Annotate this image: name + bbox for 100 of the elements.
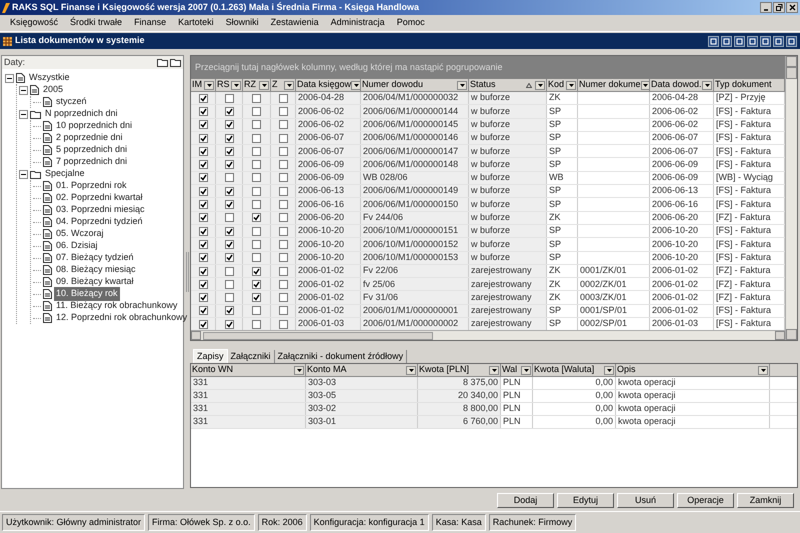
checkbox[interactable]: [252, 266, 261, 276]
checkbox[interactable]: [278, 120, 288, 130]
checkbox[interactable]: [224, 160, 234, 170]
column-header[interactable]: Numer dowodu: [361, 79, 469, 91]
tree-item[interactable]: 02. Poprzedni kwartał: [54, 191, 145, 205]
checkbox[interactable]: [252, 134, 261, 143]
tree-item[interactable]: 05. Wczoraj: [54, 227, 106, 241]
tree-item[interactable]: 09. Bieżący kwartał: [54, 275, 136, 289]
dropdown-button[interactable]: [640, 80, 649, 90]
checkbox[interactable]: [198, 293, 208, 302]
checkbox[interactable]: [198, 213, 208, 222]
column-header[interactable]: Opis: [616, 364, 770, 376]
tree-item[interactable]: 11. Bieżący rok obrachunkowy: [54, 299, 180, 313]
tree-item[interactable]: 7 poprzednich dni: [54, 155, 130, 169]
dropdown-button[interactable]: [702, 80, 712, 90]
column-header[interactable]: Konto MA: [306, 364, 418, 376]
column-header[interactable]: Wal: [501, 364, 533, 376]
menu-item[interactable]: Administracja: [330, 16, 385, 30]
column-header[interactable]: Z: [271, 79, 296, 91]
checkbox[interactable]: [198, 200, 208, 210]
checkbox[interactable]: [198, 253, 208, 262]
checkbox[interactable]: [198, 306, 208, 316]
dropdown-button[interactable]: [351, 80, 360, 90]
scrollbar-thumb[interactable]: [203, 332, 433, 340]
action-button[interactable]: Operacje: [677, 492, 734, 508]
checkbox[interactable]: [252, 106, 261, 116]
checkbox[interactable]: [224, 120, 234, 130]
checkbox[interactable]: [278, 280, 288, 289]
checkbox[interactable]: [278, 106, 288, 116]
checkbox[interactable]: [278, 253, 288, 262]
dropdown-button[interactable]: [204, 80, 214, 90]
checkbox[interactable]: [252, 173, 261, 182]
menu-item[interactable]: Kartoteki: [178, 16, 214, 30]
dropdown-button[interactable]: [457, 80, 467, 90]
checkbox[interactable]: [224, 146, 234, 156]
minimize-icon[interactable]: [760, 2, 772, 13]
dropdown-button[interactable]: [758, 366, 768, 374]
action-button[interactable]: Usuń: [617, 492, 674, 508]
close-icon[interactable]: [786, 2, 798, 13]
checkbox[interactable]: [198, 146, 208, 156]
checkbox[interactable]: [198, 280, 208, 289]
checkbox[interactable]: [252, 306, 261, 316]
checkbox[interactable]: [224, 134, 234, 143]
checkbox[interactable]: [198, 134, 208, 143]
dropdown-button[interactable]: [604, 366, 614, 374]
collapse-icon[interactable]: [5, 74, 14, 82]
action-button[interactable]: Dodaj: [497, 492, 554, 508]
restore-icon[interactable]: [773, 2, 785, 13]
tree-item[interactable]: Specjalne: [43, 167, 87, 181]
checkbox[interactable]: [278, 293, 288, 302]
checkbox[interactable]: [278, 320, 288, 329]
tree-item[interactable]: 10. Bieżący rok: [54, 287, 120, 301]
checkbox[interactable]: [278, 173, 288, 182]
checkbox[interactable]: [278, 226, 288, 236]
checkbox[interactable]: [252, 186, 261, 196]
checkbox[interactable]: [278, 213, 288, 222]
action-button[interactable]: Edytuj: [557, 492, 614, 508]
scrollbar-thumb[interactable]: [786, 67, 797, 79]
column-header[interactable]: Kwota [Waluta]: [533, 364, 616, 376]
checkbox[interactable]: [198, 266, 208, 276]
column-header[interactable]: Data księgow: [296, 79, 361, 91]
checkbox[interactable]: [252, 120, 261, 130]
checkbox[interactable]: [278, 266, 288, 276]
checkbox[interactable]: [252, 293, 261, 302]
dropdown-button[interactable]: [406, 366, 416, 374]
checkbox[interactable]: [252, 253, 261, 262]
dropdown-button[interactable]: [489, 366, 499, 374]
checkbox[interactable]: [198, 320, 208, 329]
tree-item[interactable]: 5 poprzednich dni: [54, 143, 130, 157]
checkbox[interactable]: [252, 200, 261, 210]
column-header[interactable]: Data dowod.: [650, 79, 714, 91]
tree-item[interactable]: 2005: [41, 83, 66, 97]
dropdown-button[interactable]: [259, 80, 269, 90]
collapse-icon[interactable]: [19, 110, 28, 118]
checkbox[interactable]: [224, 293, 234, 302]
menu-item[interactable]: Zestawienia: [270, 16, 319, 30]
dropdown-button[interactable]: [231, 80, 241, 90]
tree-item[interactable]: 03. Poprzedni miesiąc: [54, 203, 147, 217]
checkbox[interactable]: [224, 200, 234, 210]
checkbox[interactable]: [224, 320, 234, 329]
menu-item[interactable]: Środki trwałe: [70, 16, 122, 30]
checkbox[interactable]: [252, 146, 261, 156]
checkbox[interactable]: [252, 240, 261, 249]
checkbox[interactable]: [278, 200, 288, 210]
column-header[interactable]: RS: [216, 79, 243, 91]
tree-item[interactable]: styczeń: [54, 95, 89, 109]
tree-item[interactable]: 07. Bieżący tydzień: [54, 251, 136, 265]
tree-item[interactable]: 01. Poprzedni rok: [54, 179, 129, 193]
tree-item[interactable]: Wszystkie: [27, 71, 72, 85]
checkbox[interactable]: [224, 186, 234, 196]
column-header[interactable]: Kwota [PLN]: [418, 364, 501, 376]
dropdown-button[interactable]: [566, 80, 576, 90]
checkbox[interactable]: [198, 186, 208, 196]
checkbox[interactable]: [224, 106, 234, 116]
checkbox[interactable]: [278, 94, 288, 103]
tree-item[interactable]: 12. Poprzedni rok obrachunkowy: [54, 311, 190, 325]
checkbox[interactable]: [198, 94, 208, 103]
checkbox[interactable]: [252, 213, 261, 222]
menu-item[interactable]: Finanse: [134, 16, 166, 30]
checkbox[interactable]: [224, 240, 234, 249]
